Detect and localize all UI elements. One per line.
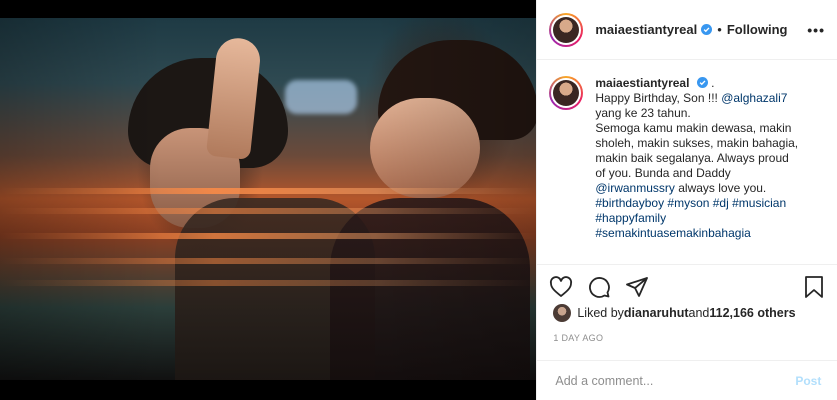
caption-text: Semoga kamu makin dewasa, makin — [595, 121, 792, 135]
author-username[interactable]: maiaestiantyreal — [595, 22, 697, 37]
likes-count[interactable]: 112,166 others — [709, 306, 795, 320]
likes-prefix: Liked by — [577, 306, 624, 320]
caption-text: Happy Birthday, Son !!! — [595, 91, 722, 105]
caption-dot: . — [711, 76, 715, 90]
likes-summary: Liked by dianaruhut and 112,166 others — [553, 304, 796, 322]
caption-text: always love you. — [674, 181, 767, 195]
post-side-panel: maiaestiantyreal • Following ••• maiaest… — [536, 0, 837, 400]
hashtag-links[interactable]: #birthdayboy #myson #dj #musician — [595, 196, 823, 211]
post-comment-button[interactable]: Post — [795, 374, 821, 388]
hashtag-link[interactable]: #semakintuasemakinbahagia — [595, 226, 823, 241]
likes-middle: and — [688, 306, 710, 320]
caption-text: yang ke 23 tahun. — [595, 106, 691, 120]
author-avatar[interactable] — [549, 12, 584, 47]
instagram-post: maiaestiantyreal • Following ••• maiaest… — [0, 0, 837, 400]
comment-icon[interactable] — [587, 275, 611, 299]
caption-text: of you. Bunda and Daddy — [595, 166, 731, 180]
post-photo[interactable] — [0, 18, 537, 380]
post-timestamp[interactable]: 1 DAY AGO — [553, 333, 603, 343]
caption-text: makin baik segalanya. Always proud — [595, 151, 789, 165]
share-icon[interactable] — [625, 275, 649, 299]
caption-author-avatar[interactable] — [549, 76, 584, 110]
caption-text: sholeh, makin sukses, makin bahagia, — [595, 136, 799, 150]
separator-dot: • — [717, 22, 722, 37]
post-header: maiaestiantyreal • Following ••• — [537, 0, 837, 60]
hashtag-link[interactable]: #happyfamily — [595, 211, 823, 226]
bookmark-icon[interactable] — [803, 275, 825, 299]
verified-badge-icon — [701, 24, 713, 35]
photo-overlay — [0, 18, 537, 380]
mention-link[interactable]: @alghazali7 — [721, 91, 787, 105]
post-media[interactable] — [0, 0, 537, 400]
post-caption: maiaestiantyreal . Happy Birthday, Son !… — [595, 76, 823, 264]
more-options-icon[interactable]: ••• — [807, 22, 825, 38]
comment-input[interactable] — [553, 372, 796, 389]
liker-avatar[interactable] — [553, 304, 572, 322]
comment-bar: Post — [537, 360, 837, 400]
following-button[interactable]: Following — [727, 22, 788, 37]
heart-icon[interactable] — [549, 275, 573, 299]
caption-area: maiaestiantyreal . Happy Birthday, Son !… — [537, 60, 837, 264]
verified-badge-icon — [696, 77, 708, 88]
mention-link[interactable]: @irwanmussry — [595, 181, 675, 195]
liker-username[interactable]: dianaruhut — [624, 306, 689, 320]
post-actions — [537, 264, 837, 308]
caption-username[interactable]: maiaestiantyreal — [595, 76, 689, 90]
